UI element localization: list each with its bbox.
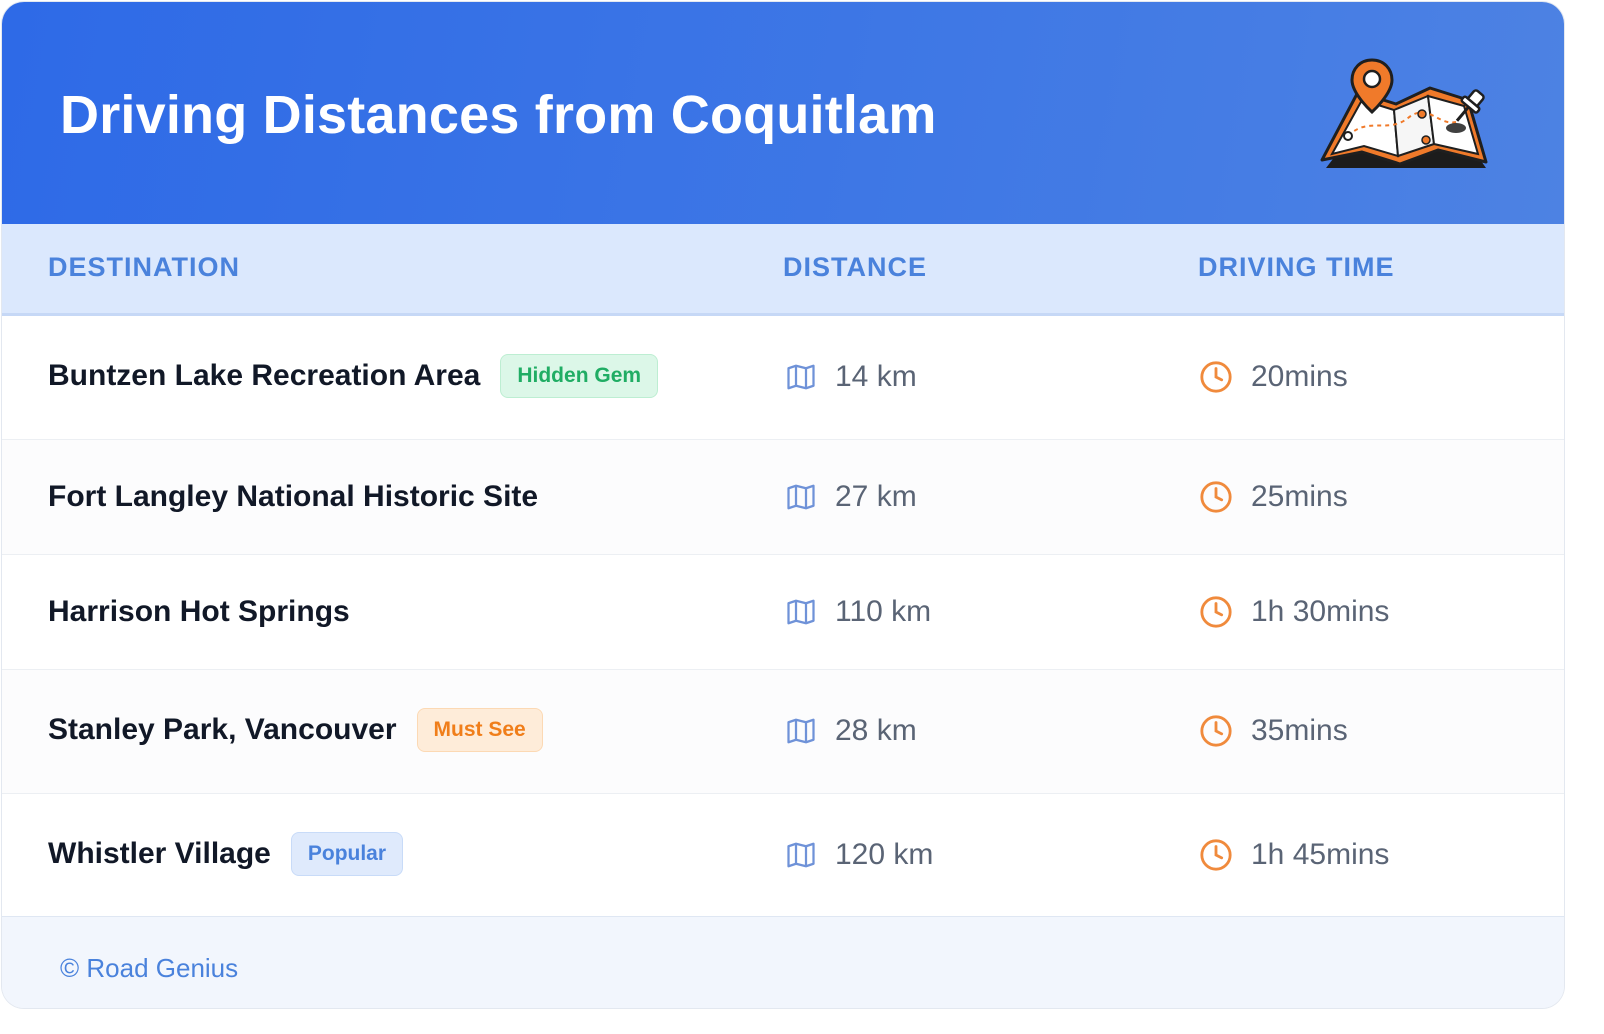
table-row: Fort Langley National Historic Site 27 k… [2,440,1564,555]
destination-name: Whistler Village [48,837,271,870]
time-cell: 25mins [1199,480,1348,514]
clock-icon [1199,838,1233,872]
time-value: 1h 45mins [1251,838,1390,871]
distance-cell: 14 km [785,360,917,394]
clock-icon [1199,595,1233,629]
destination-cell: Stanley Park, Vancouver Must See [48,708,543,752]
destination-cell: Whistler Village Popular [48,832,404,876]
distance-value: 120 km [835,838,934,871]
map-icon [785,482,817,512]
clock-icon [1199,480,1233,514]
column-header-distance: DISTANCE [783,252,928,282]
destination-cell: Harrison Hot Springs [48,595,350,629]
time-value: 1h 30mins [1251,595,1390,628]
table-header: DESTINATION DISTANCE DRIVING TIME [2,224,1564,316]
distance-table-card: Driving Distances from Coquitlam DESTINA… [2,2,1564,1008]
destination-cell: Buntzen Lake Recreation Area Hidden Gem [48,354,659,398]
destination-cell: Fort Langley National Historic Site [48,480,538,514]
distance-cell: 110 km [785,595,931,629]
time-value: 35mins [1251,714,1348,747]
distance-value: 110 km [835,595,932,628]
time-value: 25mins [1251,480,1348,513]
distance-value: 28 km [835,714,917,747]
badge-must-see: Must See [416,708,543,752]
footer-credit: © Road Genius [60,953,239,983]
destination-name: Buntzen Lake Recreation Area [48,359,481,392]
table-row: Stanley Park, Vancouver Must See 28 km 3… [2,670,1564,794]
distance-value: 14 km [835,360,917,393]
distance-cell: 120 km [785,838,933,872]
table-row: Harrison Hot Springs 110 km 1h 30mins [2,555,1564,670]
time-cell: 20mins [1199,360,1348,394]
time-cell: 35mins [1199,714,1348,748]
destination-name: Stanley Park, Vancouver [48,713,397,746]
badge-popular: Popular [290,832,404,876]
time-value: 20mins [1251,360,1348,393]
column-header-destination: DESTINATION [48,252,240,282]
map-icon [785,597,817,627]
destination-name: Harrison Hot Springs [48,595,350,628]
map-icon [785,716,817,746]
badge-hidden-gem: Hidden Gem [500,354,659,398]
column-header-driving-time: DRIVING TIME [1198,252,1395,282]
distance-value: 27 km [835,480,917,513]
card-footer: © Road Genius [2,916,1564,1008]
table-row: Whistler Village Popular 120 km 1h 45min… [2,794,1564,916]
time-cell: 1h 45mins [1199,838,1389,872]
table-row: Buntzen Lake Recreation Area Hidden Gem … [2,316,1564,440]
destination-name: Fort Langley National Historic Site [48,480,539,513]
distance-cell: 28 km [785,714,917,748]
page-title: Driving Distances from Coquitlam [60,85,937,145]
map-icon [785,840,817,870]
distance-cell: 27 km [785,480,917,514]
time-cell: 1h 30mins [1199,595,1389,629]
clock-icon [1199,714,1233,748]
map-icon [785,362,817,392]
clock-icon [1199,360,1233,394]
card-header: Driving Distances from Coquitlam [2,2,1564,224]
map-with-pin-icon [1320,58,1488,168]
